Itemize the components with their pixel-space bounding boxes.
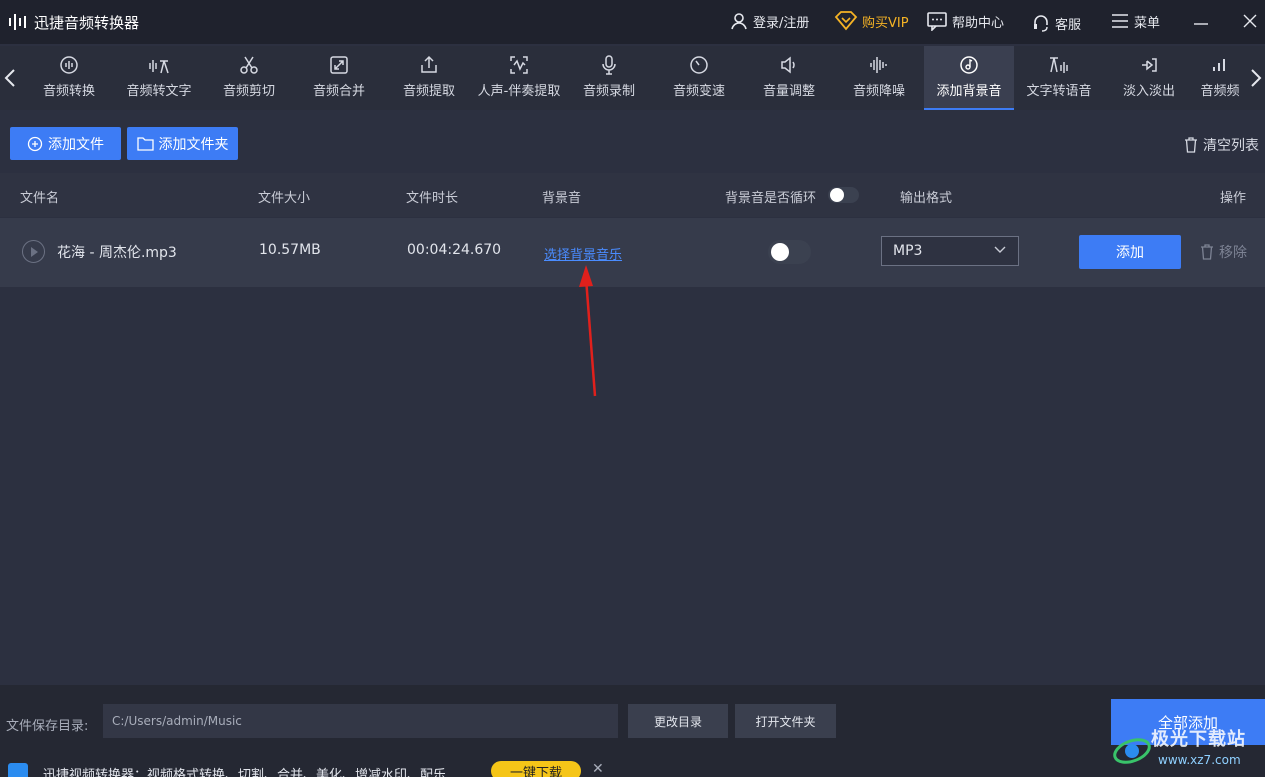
footer-bar: 文件保存目录: 更改目录 打开文件夹 全部添加 迅捷视频转换器：视频格式转换、切… <box>0 685 1265 777</box>
site-watermark: 极光下载站 www.xz7.com <box>1108 721 1265 777</box>
annotation-arrow <box>579 265 597 397</box>
promo-download-button[interactable]: 一键下载 <box>491 761 581 777</box>
open-folder-button[interactable]: 打开文件夹 <box>735 704 836 738</box>
watermark-url: www.xz7.com <box>1158 753 1241 767</box>
watermark-text: 极光下载站 <box>1151 729 1246 750</box>
promo-banner: 迅捷视频转换器：视频格式转换、切割、合并、美化、增减水印、配乐 一键下载 ✕ <box>0 761 1265 777</box>
change-directory-button[interactable]: 更改目录 <box>628 704 728 738</box>
promo-text: 迅捷视频转换器：视频格式转换、切割、合并、美化、增减水印、配乐 <box>43 768 447 777</box>
promo-app-icon <box>8 763 28 777</box>
promo-close-icon[interactable]: ✕ <box>592 761 604 777</box>
save-directory-label: 文件保存目录: <box>6 719 89 734</box>
watermark-logo-icon <box>1113 738 1151 764</box>
save-directory-input[interactable] <box>103 704 618 738</box>
